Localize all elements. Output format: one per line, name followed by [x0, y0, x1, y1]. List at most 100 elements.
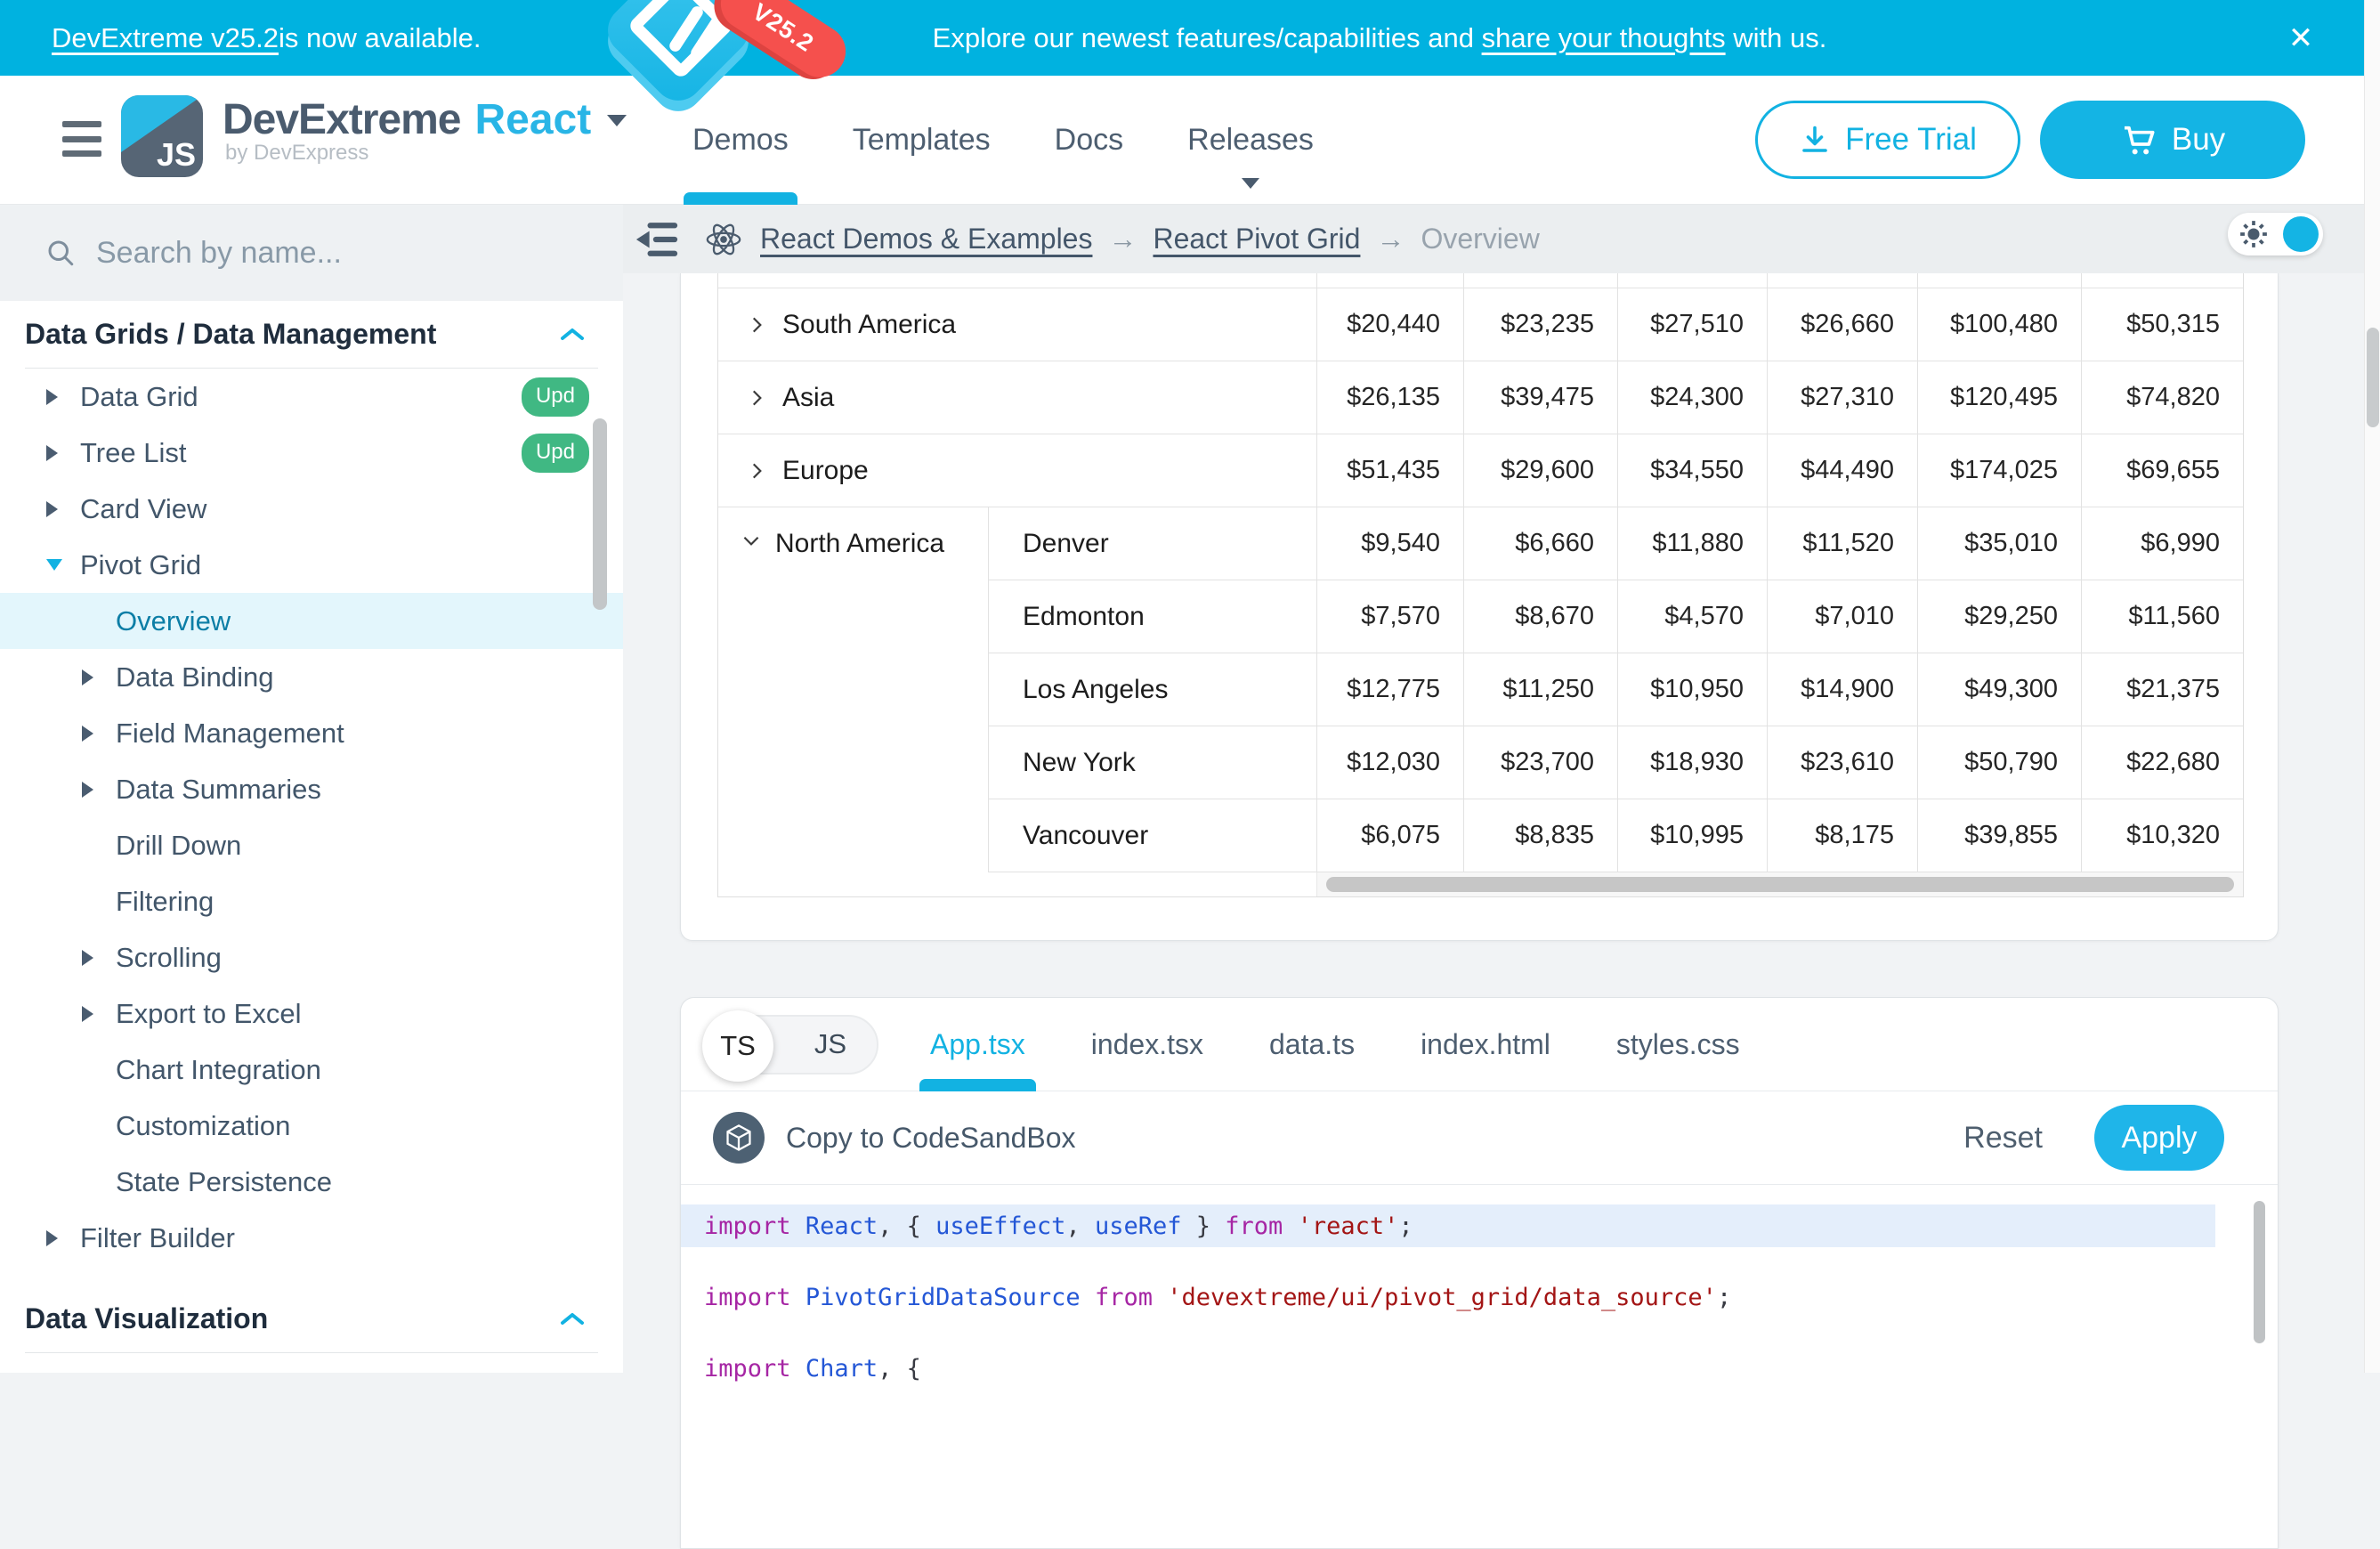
- sidebar-item-export-to-excel[interactable]: Export to Excel: [0, 985, 623, 1042]
- page-scrollbar-thumb[interactable]: [2367, 328, 2379, 427]
- code-editor[interactable]: import React, { useEffect, useRef } from…: [681, 1185, 2278, 1530]
- code-line: import Chart, {: [681, 1347, 2278, 1390]
- share-thoughts-link[interactable]: share your thoughts: [1482, 22, 1726, 53]
- sidebar-section-header[interactable]: Data Visualization: [0, 1285, 623, 1352]
- sidebar-item-customization[interactable]: Customization: [0, 1098, 623, 1154]
- pivot-value-cell: $26,660: [1767, 288, 1917, 361]
- triangle-right-icon: [82, 669, 93, 685]
- sidebar-item-filter-builder[interactable]: Filter Builder: [0, 1210, 623, 1266]
- pivot-value-cell: $34,550: [1617, 434, 1767, 507]
- tab-index-html[interactable]: index.html: [1421, 998, 1550, 1091]
- reset-button[interactable]: Reset: [1963, 1121, 2043, 1156]
- code-token-kw: import: [704, 1212, 791, 1240]
- chevron-wrap[interactable]: [745, 313, 768, 337]
- hamburger-menu-icon[interactable]: [62, 121, 101, 157]
- row-expand-icon[interactable]: [745, 313, 768, 337]
- sidebar-scrollbar[interactable]: [593, 418, 607, 610]
- chevron-down-icon: [1242, 178, 1259, 189]
- sidebar-item-scrolling[interactable]: Scrolling: [0, 929, 623, 985]
- collapsed-arrow-icon: [46, 389, 80, 405]
- buy-button[interactable]: Buy: [2040, 101, 2305, 179]
- collapse-sidebar-icon[interactable]: [632, 221, 682, 258]
- devextreme-logo[interactable]: JS DevExtremeReact by DevExpress: [121, 95, 627, 177]
- sidebar-item-data-grid[interactable]: Data GridUpd: [0, 369, 623, 425]
- sidebar-item-field-management[interactable]: Field Management: [0, 705, 623, 761]
- pivot-value-cell: $12,775: [1316, 653, 1463, 726]
- tab-styles-css[interactable]: styles.css: [1616, 998, 1740, 1091]
- pivot-value-cell: $24,300: [1617, 361, 1767, 434]
- sidebar-item-drill-down[interactable]: Drill Down: [0, 817, 623, 873]
- row-label-text: Europe: [782, 456, 869, 486]
- tab-app-tsx[interactable]: App.tsx: [930, 998, 1025, 1091]
- code-token-pl: [791, 1284, 805, 1311]
- banner-close-icon[interactable]: ✕: [2280, 18, 2321, 59]
- sidebar-item-label: Pivot Grid: [80, 549, 201, 581]
- expanded-arrow-icon: [46, 559, 80, 571]
- language-option-js[interactable]: JS: [814, 1017, 846, 1073]
- copy-to-codesandbox-label[interactable]: Copy to CodeSandBox: [786, 1122, 1076, 1155]
- code-tabs-row: TS JS App.tsx index.tsx data.ts index.html s…: [681, 998, 2278, 1091]
- collapsed-arrow-icon: [46, 501, 80, 517]
- table-row: New York$12,030$23,700$18,930$23,610$50,…: [988, 726, 2243, 799]
- sidebar-item-tree-list[interactable]: Tree ListUpd: [0, 425, 623, 481]
- pivot-grid-table: South America$20,440$23,235$27,510$26,66…: [717, 273, 2244, 897]
- breadcrumb-separator: →: [1108, 223, 1137, 255]
- hscroll-track[interactable]: [1316, 872, 2243, 896]
- updated-badge: Upd: [522, 434, 589, 473]
- nav-item-templates[interactable]: Templates: [853, 76, 991, 205]
- tab-data-ts[interactable]: data.ts: [1269, 998, 1355, 1091]
- tab-index-tsx[interactable]: index.tsx: [1091, 998, 1203, 1091]
- main-nav: Demos Templates Docs Releases: [692, 76, 1314, 205]
- pivot-value-cell: $23,700: [1463, 726, 1617, 799]
- sidebar-item-chart-integration[interactable]: Chart Integration: [0, 1042, 623, 1098]
- code-token-pl: [791, 1355, 805, 1383]
- platform-dropdown-icon[interactable]: [607, 115, 627, 126]
- hscroll-thumb[interactable]: [1326, 877, 2234, 892]
- theme-toggle-knob[interactable]: [2283, 216, 2319, 252]
- chevron-wrap[interactable]: [740, 529, 763, 559]
- breadcrumb-link-pivot-grid[interactable]: React Pivot Grid: [1153, 223, 1360, 255]
- language-toggle[interactable]: TS JS: [704, 1015, 878, 1075]
- breadcrumb-link-demos[interactable]: React Demos & Examples: [760, 223, 1092, 255]
- apply-button[interactable]: Apply: [2094, 1105, 2224, 1171]
- pivot-value-cell: $50,315: [2081, 288, 2243, 361]
- sidebar-item-overview[interactable]: Overview: [0, 593, 623, 649]
- banner-version-link[interactable]: DevExtreme v25.2: [52, 22, 279, 54]
- chevron-wrap[interactable]: [745, 459, 768, 483]
- free-trial-button[interactable]: Free Trial: [1755, 101, 2020, 179]
- row-collapse-icon[interactable]: [740, 529, 763, 552]
- row-expand-icon[interactable]: [745, 386, 768, 410]
- sidebar-item-label: Overview: [116, 605, 231, 637]
- code-scrollbar[interactable]: [2254, 1201, 2265, 1343]
- search-input[interactable]: [96, 236, 523, 271]
- sidebar-section-header[interactable]: Data Grids / Data Management: [0, 301, 623, 368]
- row-expand-icon[interactable]: [745, 459, 768, 483]
- sidebar: Data Grids / Data ManagementData GridUpd…: [0, 205, 623, 1373]
- table-row: Vancouver$6,075$8,835$10,995$8,175$39,85…: [988, 799, 2243, 872]
- pivot-value-cell: $100,480: [1917, 288, 2081, 361]
- pivot-value-cell: $11,880: [1617, 507, 1767, 580]
- table-row: Edmonton$7,570$8,670$4,570$7,010$29,250$…: [988, 580, 2243, 653]
- nav-item-releases[interactable]: Releases: [1187, 76, 1314, 205]
- nav-item-docs[interactable]: Docs: [1055, 76, 1123, 205]
- banner-release-text: is now available.: [279, 22, 481, 54]
- pivot-header-spacer: [718, 273, 1316, 288]
- sidebar-item-data-binding[interactable]: Data Binding: [0, 649, 623, 705]
- hscroll-spacer: [718, 872, 1316, 896]
- pivot-value-cell: $12,030: [1316, 726, 1463, 799]
- nav-item-demos[interactable]: Demos: [692, 76, 789, 205]
- sidebar-item-pivot-grid[interactable]: Pivot Grid: [0, 537, 623, 593]
- language-toggle-knob[interactable]: TS: [702, 1010, 773, 1082]
- codesandbox-icon[interactable]: [713, 1112, 765, 1164]
- chevron-wrap[interactable]: [745, 386, 768, 410]
- theme-toggle[interactable]: [2228, 213, 2323, 255]
- sidebar-item-label: Drill Down: [116, 830, 241, 862]
- table-row: Denver$9,540$6,660$11,880$11,520$35,010$…: [988, 507, 2243, 580]
- sidebar-item-data-summaries[interactable]: Data Summaries: [0, 761, 623, 817]
- sidebar-item-card-view[interactable]: Card View: [0, 481, 623, 537]
- code-token-kw: from: [1095, 1284, 1153, 1311]
- sidebar-item-state-persistence[interactable]: State Persistence: [0, 1154, 623, 1210]
- pivot-value-cell: $18,930: [1617, 726, 1767, 799]
- sidebar-item-filtering[interactable]: Filtering: [0, 873, 623, 929]
- pivot-header-cell-cut: [2081, 273, 2243, 288]
